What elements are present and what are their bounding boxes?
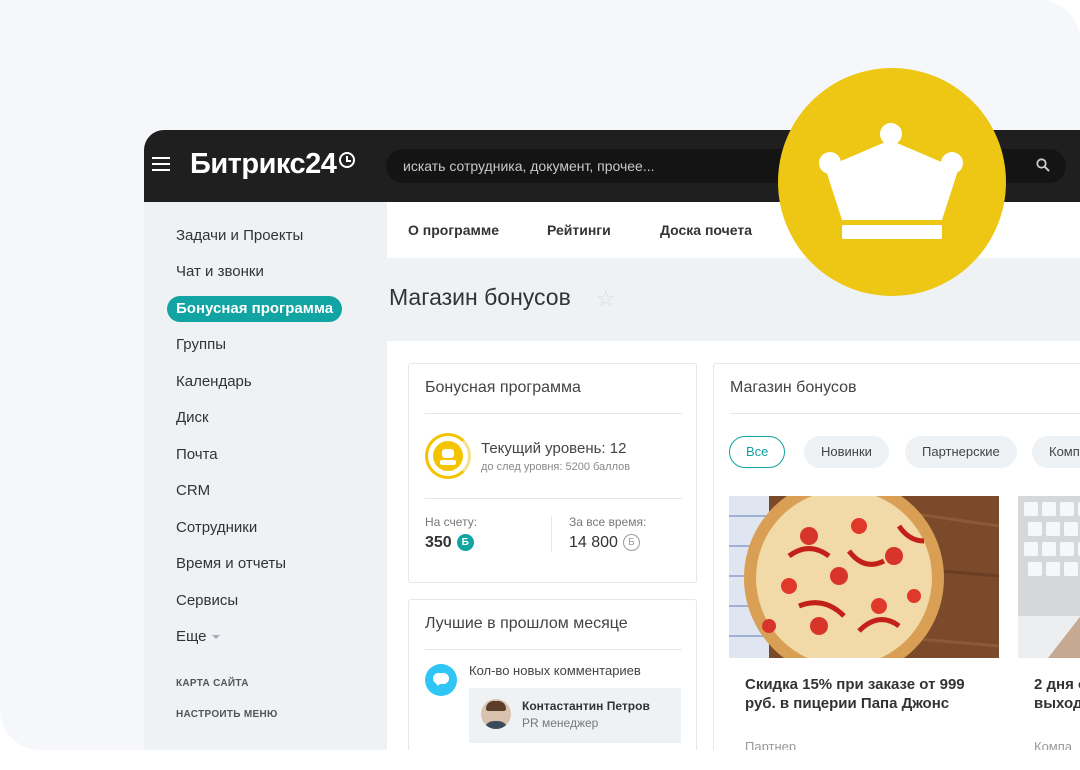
- site-map-link[interactable]: КАРТА САЙТА: [176, 678, 249, 689]
- filter-new[interactable]: Новинки: [804, 436, 889, 468]
- sidebar-item-disk[interactable]: Диск: [176, 405, 209, 431]
- tab-honor-board[interactable]: Доска почета: [660, 222, 752, 238]
- search-icon[interactable]: [1036, 158, 1050, 172]
- sidebar-item-time[interactable]: Время и отчеты: [176, 551, 286, 577]
- divider: [551, 516, 552, 552]
- balance-value: 350 Б: [425, 534, 474, 552]
- menu-icon[interactable]: [152, 157, 170, 171]
- balance-label: На счету:: [425, 515, 478, 529]
- pizza-illustration: [729, 496, 999, 658]
- sidebar-item-mail[interactable]: Почта: [176, 442, 218, 468]
- sidebar: Задачи и Проекты Чат и звонки Бонусная п…: [144, 202, 387, 750]
- product-partner: Компа: [1034, 739, 1073, 750]
- best-last-month-panel: Лучшие в прошлом месяце Кол-во новых ком…: [408, 599, 697, 750]
- product-image-pizza[interactable]: [729, 496, 999, 658]
- crown-badge: [778, 68, 1006, 296]
- product-title[interactable]: Скидка 15% при заказе от 999 руб. в пице…: [745, 675, 985, 713]
- next-level-hint: до след уровня: 5200 баллов: [481, 461, 631, 473]
- sidebar-item-calendar[interactable]: Календарь: [176, 369, 252, 395]
- sidebar-item-tasks[interactable]: Задачи и Проекты: [176, 223, 303, 249]
- logo[interactable]: Битрикс24: [190, 148, 337, 181]
- shop-panel-title: Магазин бонусов: [730, 379, 857, 396]
- configure-menu-link[interactable]: НАСТРОИТЬ МЕНЮ: [176, 709, 278, 720]
- content-area: Бонусная программа Текущий уровень: 12 д…: [387, 341, 1080, 750]
- person-card[interactable]: Контастантин Петров PR менеджер: [469, 688, 681, 743]
- sidebar-item-more[interactable]: Еще: [176, 624, 220, 650]
- best-metric-label: Кол-во новых комментариев: [469, 663, 641, 678]
- level-progress-ring: [425, 433, 471, 479]
- divider: [425, 498, 682, 499]
- total-label: За все время:: [569, 515, 647, 529]
- divider: [730, 413, 1080, 414]
- product-title[interactable]: 2 дня о выход: [1034, 675, 1080, 713]
- chevron-down-icon: [211, 635, 220, 640]
- sidebar-item-more-label: Еще: [176, 628, 207, 645]
- sidebar-item-groups[interactable]: Группы: [176, 332, 226, 358]
- sidebar-item-chat[interactable]: Чат и звонки: [176, 259, 264, 285]
- balance-amount: 350: [425, 534, 452, 551]
- keyboard-illustration: [1018, 496, 1080, 658]
- bonus-shop-panel: Магазин бонусов Все Новинки Партнерские …: [713, 363, 1080, 750]
- best-panel-title: Лучшие в прошлом месяце: [425, 615, 628, 632]
- filter-company[interactable]: Комп: [1032, 436, 1080, 468]
- clock-icon[interactable]: [339, 152, 355, 168]
- total-amount: 14 800: [569, 534, 618, 551]
- tab-ratings[interactable]: Рейтинги: [547, 222, 611, 238]
- bonus-coin-icon: Б: [622, 534, 640, 552]
- person-role: PR менеджер: [522, 716, 599, 730]
- star-icon[interactable]: ☆: [596, 286, 616, 312]
- current-level: Текущий уровень: 12: [481, 440, 627, 457]
- bonus-program-panel: Бонусная программа Текущий уровень: 12 д…: [408, 363, 697, 583]
- search-placeholder: искать сотрудника, документ, прочее...: [403, 158, 655, 174]
- total-value: 14 800 Б: [569, 534, 640, 552]
- chat-icon: [425, 664, 457, 696]
- bonus-panel-title: Бонусная программа: [425, 379, 581, 396]
- sidebar-item-employees[interactable]: Сотрудники: [176, 515, 257, 541]
- product-image-keyboard[interactable]: [1018, 496, 1080, 658]
- sidebar-item-crm[interactable]: CRM: [176, 478, 210, 504]
- sidebar-item-bonus[interactable]: Бонусная программа: [167, 296, 343, 322]
- crown-icon: [819, 123, 963, 239]
- product-partner: Партнер: [745, 739, 797, 750]
- person-name: Контастантин Петров: [522, 699, 650, 713]
- divider: [425, 413, 682, 414]
- robot-icon: [433, 441, 463, 471]
- divider: [425, 649, 682, 650]
- filter-all[interactable]: Все: [729, 436, 786, 468]
- page-title: Магазин бонусов: [389, 284, 571, 310]
- sidebar-item-services[interactable]: Сервисы: [176, 588, 238, 614]
- filter-partner[interactable]: Партнерские: [905, 436, 1017, 468]
- avatar: [481, 699, 511, 729]
- tab-about[interactable]: О программе: [408, 222, 499, 238]
- bonus-coin-icon: Б: [456, 534, 474, 552]
